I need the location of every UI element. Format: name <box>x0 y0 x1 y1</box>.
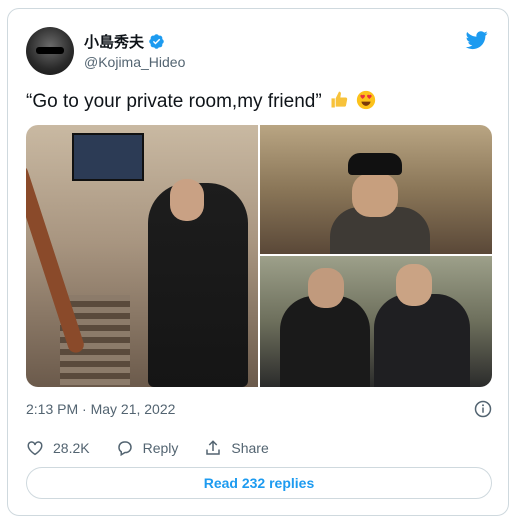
photo-left[interactable] <box>26 125 258 387</box>
tweet-card: 小島秀夫 @Kojima_Hideo “Go to your private r… <box>7 8 509 516</box>
reply-label: Reply <box>142 440 179 456</box>
twitter-bird-icon[interactable] <box>464 29 490 51</box>
reply-button[interactable]: Reply <box>116 439 179 457</box>
like-count: 28.2K <box>53 440 90 456</box>
share-upload-icon <box>206 440 221 455</box>
read-replies-button[interactable]: Read 232 replies <box>26 467 492 499</box>
action-bar: 28.2K Reply Share <box>26 439 295 457</box>
timestamp-row: 2:13 PM · May 21, 2022 <box>26 400 492 420</box>
share-button[interactable]: Share <box>204 439 269 457</box>
author-name[interactable]: 小島秀夫 <box>84 31 144 52</box>
avatar[interactable] <box>26 27 74 75</box>
heart-eyes-emoji <box>357 90 376 110</box>
author-handle[interactable]: @Kojima_Hideo <box>84 54 185 70</box>
verified-badge-icon <box>149 34 164 49</box>
tweet-text: “Go to your private room,my friend” <box>26 90 376 114</box>
like-button[interactable]: 28.2K <box>26 439 90 457</box>
thumbs-up-emoji <box>331 91 348 108</box>
tweet-text-content: “Go to your private room,my friend” <box>26 91 322 112</box>
heart-icon <box>27 441 43 456</box>
timestamp[interactable]: 2:13 PM · May 21, 2022 <box>26 401 175 417</box>
author-row: 小島秀夫 <box>84 31 165 52</box>
photo-top-right[interactable] <box>260 125 492 254</box>
photo-bottom-right[interactable] <box>260 256 492 387</box>
share-label: Share <box>231 440 269 456</box>
info-icon[interactable] <box>474 400 492 418</box>
reply-bubble-icon <box>117 441 132 457</box>
photo-grid <box>26 125 492 387</box>
